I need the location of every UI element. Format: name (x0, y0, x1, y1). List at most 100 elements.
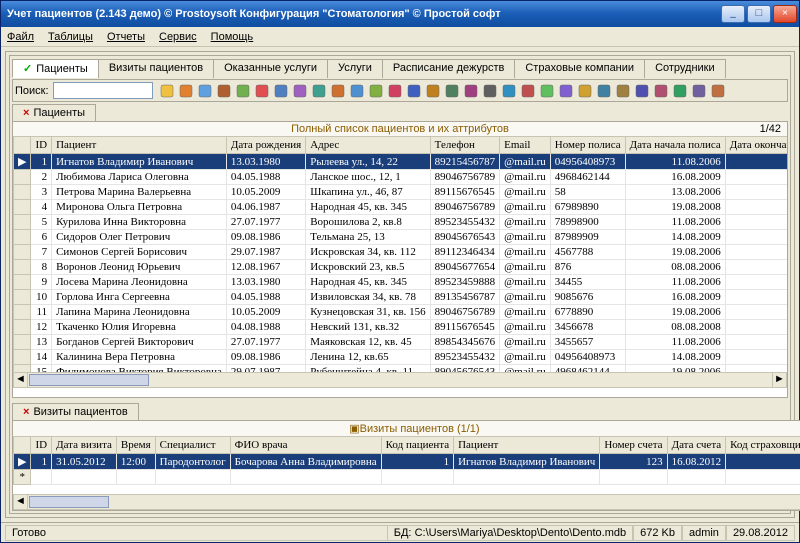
table-row[interactable]: ▶131.05.201212:00ПародонтологБочарова Ан… (14, 454, 800, 470)
toolbar-icon-25[interactable] (634, 82, 651, 99)
col-header[interactable]: ID (31, 137, 52, 154)
patients-table[interactable]: IDПациентДата рожденияАдресТелефонEmailН… (13, 136, 787, 372)
toolbar-icon-4[interactable] (235, 82, 252, 99)
toolbar-icon-12[interactable] (387, 82, 404, 99)
tab-services[interactable]: Услуги (327, 59, 383, 78)
main-tabs: ✓Пациенты Визиты пациентов Оказанные усл… (12, 58, 788, 77)
menu-tables[interactable]: Таблицы (48, 31, 93, 43)
close-button[interactable]: × (773, 5, 797, 23)
toolbar-icon-22[interactable] (577, 82, 594, 99)
tab-services-rendered[interactable]: Оказанные услуги (213, 59, 328, 78)
toolbar: Поиск: (12, 79, 788, 102)
table-row[interactable]: 13Богданов Сергей Викторович27.07.1977Ма… (14, 335, 788, 350)
toolbar-icon-11[interactable] (368, 82, 385, 99)
status-user: admin (682, 525, 726, 541)
toolbar-icon-13[interactable] (406, 82, 423, 99)
table-row[interactable]: 11Лапина Марина Леонидовна10.05.2009Кузн… (14, 305, 788, 320)
col-header[interactable]: Дата визита (52, 437, 117, 454)
tab-staff[interactable]: Сотрудники (644, 59, 726, 78)
table-row[interactable]: 7Симонов Сергей Борисович29.07.1987Искро… (14, 245, 788, 260)
grid1-caption: Полный список пациентов и их аттрибутов … (13, 122, 787, 136)
tab-schedule[interactable]: Расписание дежурств (382, 59, 515, 78)
toolbar-icon-26[interactable] (653, 82, 670, 99)
toolbar-icon-17[interactable] (482, 82, 499, 99)
menu-reports[interactable]: Отчеты (107, 31, 145, 43)
table-row[interactable]: 6Сидоров Олег Петрович09.08.1986Тельмана… (14, 230, 788, 245)
subtab-visits[interactable]: ×Визиты пациентов (12, 403, 139, 420)
tab-patients[interactable]: ✓Пациенты (12, 59, 99, 78)
toolbar-icon-14[interactable] (425, 82, 442, 99)
col-header[interactable]: ФИО врача (230, 437, 381, 454)
table-row-empty[interactable]: * (14, 470, 800, 485)
maximize-button[interactable]: □ (747, 5, 771, 23)
table-row[interactable]: ▶1Игнатов Владимир Иванович13.03.1980Рыл… (14, 154, 788, 170)
toolbar-icon-7[interactable] (292, 82, 309, 99)
table-row[interactable]: 10Горлова Инга Сергеевна04.05.1988Извило… (14, 290, 788, 305)
toolbar-icon-24[interactable] (615, 82, 632, 99)
toolbar-icon-18[interactable] (501, 82, 518, 99)
tab-visits[interactable]: Визиты пациентов (98, 59, 214, 78)
table-row[interactable]: 8Воронов Леонид Юрьевич12.08.1967Искровс… (14, 260, 788, 275)
col-header[interactable]: Пациент (454, 437, 600, 454)
minimize-button[interactable]: _ (721, 5, 745, 23)
col-header[interactable]: Код пациента (381, 437, 453, 454)
col-header[interactable]: Специалист (155, 437, 230, 454)
col-header[interactable]: Телефон (430, 137, 500, 154)
status-db: БД: C:\Users\Mariya\Desktop\Dento\Dento.… (387, 525, 633, 541)
visits-table[interactable]: IDДата визитаВремяСпециалистФИО врачаКод… (13, 436, 800, 485)
table-row[interactable]: 2Любимова Лариса Олеговна04.05.1988Ланск… (14, 170, 788, 185)
table-row[interactable]: 5Курилова Инна Викторовна27.07.1977Ворош… (14, 215, 788, 230)
toolbar-icon-29[interactable] (710, 82, 727, 99)
toolbar-icon-1[interactable] (178, 82, 195, 99)
table-row[interactable]: 15Филимонова Виктория Викторовна29.07.19… (14, 365, 788, 373)
col-header[interactable]: Пациент (52, 137, 227, 154)
col-header[interactable]: ID (31, 437, 52, 454)
toolbar-icon-16[interactable] (463, 82, 480, 99)
menu-service[interactable]: Сервис (159, 31, 197, 43)
toolbar-icon-5[interactable] (254, 82, 271, 99)
toolbar-icon-8[interactable] (311, 82, 328, 99)
tab-insurance[interactable]: Страховые компании (514, 59, 645, 78)
table-row[interactable]: 3Петрова Марина Валерьевна10.05.2009Шкап… (14, 185, 788, 200)
toolbar-icon-15[interactable] (444, 82, 461, 99)
toolbar-icon-2[interactable] (197, 82, 214, 99)
toolbar-icon-3[interactable] (216, 82, 233, 99)
col-header[interactable]: Дата счета (667, 437, 726, 454)
titlebar: Учет пациентов (2.143 демо) © Prostoysof… (1, 1, 799, 27)
toolbar-icon-27[interactable] (672, 82, 689, 99)
table-row[interactable]: 14Калинина Вера Петровна09.08.1986Ленина… (14, 350, 788, 365)
menubar: Файл Таблицы Отчеты Сервис Помощь (1, 27, 799, 47)
toolbar-icon-21[interactable] (558, 82, 575, 99)
toolbar-icon-20[interactable] (539, 82, 556, 99)
app-title: Учет пациентов (2.143 демо) © Prostoysof… (7, 8, 501, 20)
col-header[interactable]: Дата окончания полиса (725, 137, 787, 154)
toolbar-icon-19[interactable] (520, 82, 537, 99)
toolbar-icon-9[interactable] (330, 82, 347, 99)
col-header[interactable]: Email (500, 137, 551, 154)
status-date: 29.08.2012 (726, 525, 795, 541)
subtab-patients[interactable]: ×Пациенты (12, 104, 96, 121)
col-header[interactable]: Время (116, 437, 155, 454)
col-header[interactable]: Номер полиса (550, 137, 625, 154)
search-input[interactable] (53, 82, 153, 99)
toolbar-icon-28[interactable] (691, 82, 708, 99)
col-header[interactable]: Номер счета (600, 437, 667, 454)
menu-help[interactable]: Помощь (211, 31, 254, 43)
col-header[interactable]: Дата начала полиса (625, 137, 725, 154)
table-row[interactable]: 12Ткаченко Юлия Игоревна04.08.1988Невски… (14, 320, 788, 335)
toolbar-icon-6[interactable] (273, 82, 290, 99)
col-header[interactable]: Код страховщика (726, 437, 800, 454)
search-label: Поиск: (15, 85, 49, 97)
toolbar-icon-23[interactable] (596, 82, 613, 99)
table-row[interactable]: 9Лосева Марина Леонидовна13.03.1980Народ… (14, 275, 788, 290)
toolbar-icon-0[interactable] (159, 82, 176, 99)
statusbar: Готово БД: C:\Users\Mariya\Desktop\Dento… (1, 522, 799, 542)
grid2-hscroll[interactable]: ◄► (13, 494, 800, 510)
table-row[interactable]: 4Миронова Ольга Петровна04.06.1987Народн… (14, 200, 788, 215)
grid2-caption: ▣ Визиты пациентов (1/1) (13, 421, 800, 436)
col-header[interactable]: Адрес (306, 137, 430, 154)
menu-file[interactable]: Файл (7, 31, 34, 43)
grid1-hscroll[interactable]: ◄► (13, 372, 787, 388)
toolbar-icon-10[interactable] (349, 82, 366, 99)
col-header[interactable]: Дата рождения (226, 137, 305, 154)
